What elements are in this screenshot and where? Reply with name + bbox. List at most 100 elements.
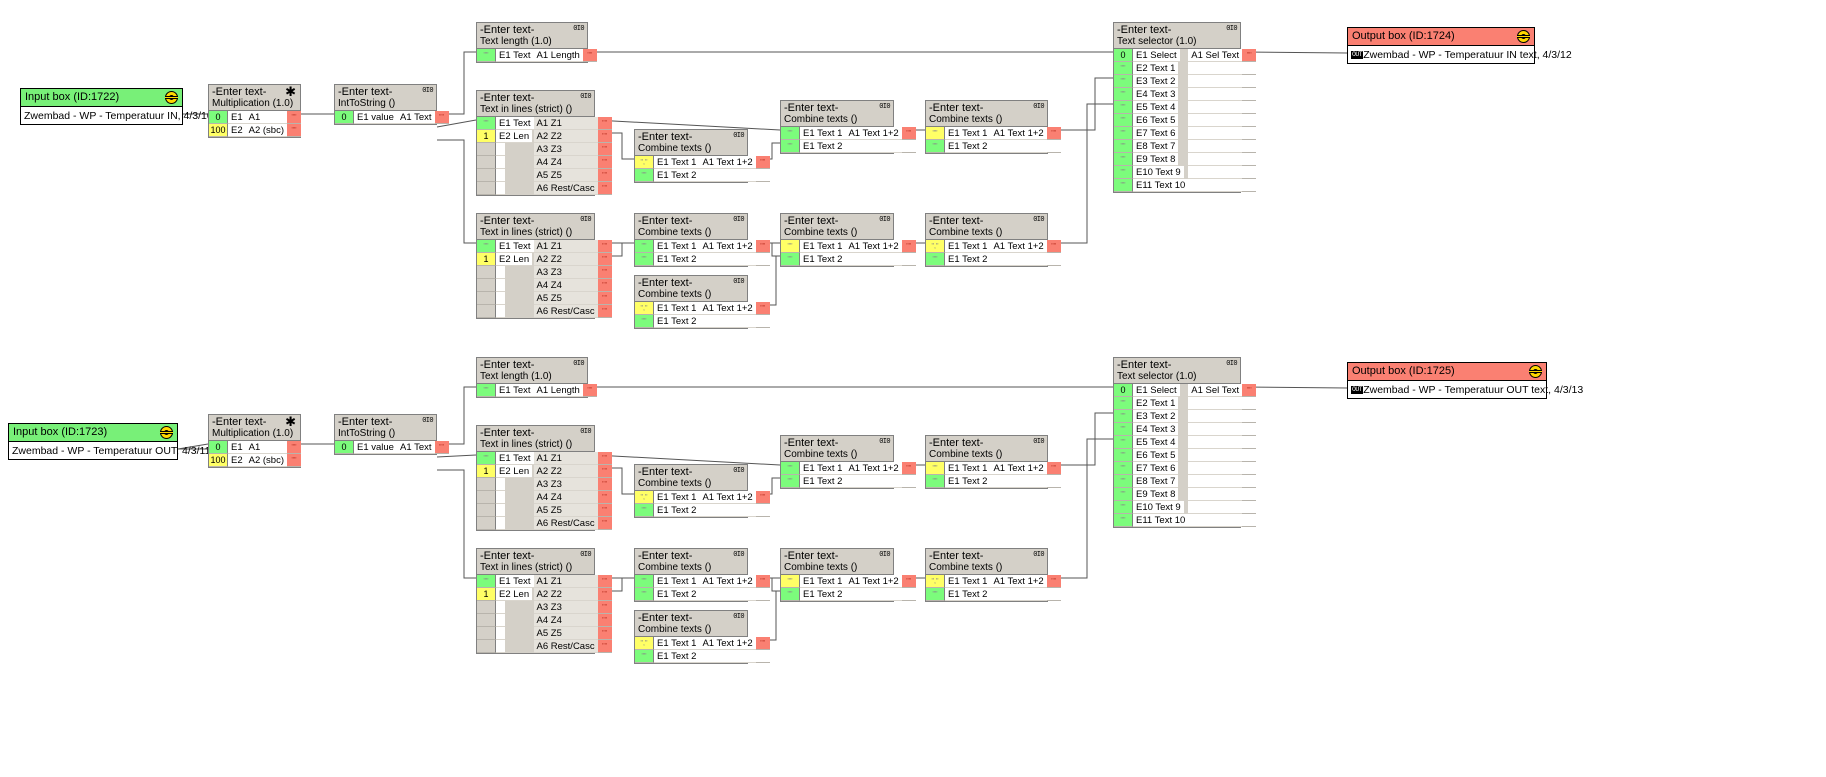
- output-pin-1[interactable]: "": [1047, 462, 1061, 475]
- output-pin-1[interactable]: "": [435, 111, 449, 124]
- combine-texts-placeholder[interactable]: -Enter text-: [784, 437, 890, 449]
- output-pin-1[interactable]: "": [583, 49, 597, 62]
- int-to-string-placeholder[interactable]: -Enter text-: [338, 416, 433, 428]
- output-pin-2[interactable]: "": [598, 465, 612, 478]
- text-in-lines-block[interactable]: -Enter text-Text in lines (strict) ()0I0…: [476, 425, 595, 531]
- output-pin-1[interactable]: "": [598, 575, 612, 588]
- input-value-2[interactable]: "": [1114, 62, 1133, 75]
- input-value-1[interactable]: "": [635, 240, 654, 253]
- input-value-2[interactable]: "": [926, 253, 945, 266]
- output-pin-5[interactable]: "": [598, 627, 612, 640]
- output-box[interactable]: Output box (ID:1725)OUTZwembad - WP - Te…: [1347, 362, 1547, 399]
- text-in-lines-placeholder[interactable]: -Enter text-: [480, 215, 591, 227]
- input-value-1[interactable]: "": [781, 575, 800, 588]
- output-pin-4[interactable]: "": [598, 156, 612, 169]
- input-value-2[interactable]: "": [781, 475, 800, 488]
- combine-texts-placeholder[interactable]: -Enter text-: [638, 466, 744, 478]
- gear-icon[interactable]: [1517, 30, 1530, 43]
- input-value-1[interactable]: ",": [926, 240, 945, 253]
- output-pin-4[interactable]: "": [598, 614, 612, 627]
- input-value-2[interactable]: 100: [209, 124, 228, 137]
- input-value-1[interactable]: "": [926, 462, 945, 475]
- text-selector-block[interactable]: -Enter text-Text selector (1.0)0I00E1 Se…: [1113, 22, 1241, 193]
- gear-icon[interactable]: [165, 91, 178, 104]
- output-pin-5[interactable]: "": [598, 292, 612, 305]
- combine-texts-block[interactable]: -Enter text-Combine texts ()0I0""E1 Text…: [780, 213, 894, 267]
- input-value-5[interactable]: "": [1114, 436, 1133, 449]
- combine-texts-block[interactable]: -Enter text-Combine texts ()0I0","E1 Tex…: [634, 275, 748, 329]
- combine-texts-block[interactable]: -Enter text-Combine texts ()0I0","E1 Tex…: [634, 464, 748, 518]
- input-value-1[interactable]: "": [781, 462, 800, 475]
- combine-texts-placeholder[interactable]: -Enter text-: [784, 215, 890, 227]
- output-pin-1[interactable]: "": [287, 441, 301, 454]
- input-value-8[interactable]: "": [1114, 140, 1133, 153]
- combine-texts-block[interactable]: -Enter text-Combine texts ()0I0","E1 Tex…: [634, 610, 748, 664]
- input-value-2[interactable]: "": [926, 588, 945, 601]
- input-value-11[interactable]: "": [1114, 514, 1133, 527]
- input-value-2[interactable]: "": [635, 650, 654, 663]
- output-pin-3[interactable]: "": [598, 601, 612, 614]
- combine-texts-placeholder[interactable]: -Enter text-: [929, 550, 1044, 562]
- output-pin-2[interactable]: "": [287, 454, 301, 467]
- input-value-11[interactable]: "": [1114, 179, 1133, 192]
- combine-texts-placeholder[interactable]: -Enter text-: [638, 277, 744, 289]
- text-selector-placeholder[interactable]: -Enter text-: [1117, 24, 1237, 36]
- output-pin-1[interactable]: "": [598, 117, 612, 130]
- output-pin-1[interactable]: "": [598, 452, 612, 465]
- input-value-2[interactable]: "": [781, 588, 800, 601]
- input-value-2[interactable]: "": [635, 315, 654, 328]
- input-value-9[interactable]: "": [1114, 153, 1133, 166]
- input-value-2[interactable]: "": [635, 588, 654, 601]
- input-value-2[interactable]: 1: [477, 253, 496, 266]
- output-pin-1[interactable]: "": [756, 575, 770, 588]
- output-box[interactable]: Output box (ID:1724)OUTZwembad - WP - Te…: [1347, 27, 1535, 64]
- input-value-8[interactable]: "": [1114, 475, 1133, 488]
- combine-texts-block[interactable]: -Enter text-Combine texts ()0I0","E1 Tex…: [925, 213, 1048, 267]
- combine-texts-block[interactable]: -Enter text-Combine texts ()0I0""E1 Text…: [780, 435, 894, 489]
- input-value-1[interactable]: "": [477, 384, 496, 397]
- input-value-1[interactable]: ",": [635, 491, 654, 504]
- text-in-lines-block[interactable]: -Enter text-Text in lines (strict) ()0I0…: [476, 90, 595, 196]
- input-value-1[interactable]: 0: [335, 111, 354, 124]
- output-pin-6[interactable]: "": [598, 640, 612, 653]
- input-value-1[interactable]: "": [635, 575, 654, 588]
- output-pin-1[interactable]: "": [1047, 575, 1061, 588]
- input-value-3[interactable]: "": [1114, 75, 1133, 88]
- output-pin-1[interactable]: "": [756, 240, 770, 253]
- combine-texts-placeholder[interactable]: -Enter text-: [929, 102, 1044, 114]
- text-length-block[interactable]: -Enter text-Text length (1.0)0I0""E1 Tex…: [476, 22, 588, 63]
- output-pin-1[interactable]: "": [756, 491, 770, 504]
- input-value-2[interactable]: "": [635, 504, 654, 517]
- output-pin-1[interactable]: "": [435, 441, 449, 454]
- output-pin-3[interactable]: "": [598, 266, 612, 279]
- input-value-9[interactable]: "": [1114, 488, 1133, 501]
- combine-texts-block[interactable]: -Enter text-Combine texts ()0I0""E1 Text…: [634, 213, 748, 267]
- input-value-1[interactable]: ",": [635, 637, 654, 650]
- input-value-1[interactable]: ",": [635, 302, 654, 315]
- combine-texts-placeholder[interactable]: -Enter text-: [638, 612, 744, 624]
- output-pin-3[interactable]: "": [598, 478, 612, 491]
- text-length-block[interactable]: -Enter text-Text length (1.0)0I0""E1 Tex…: [476, 357, 588, 398]
- multiplication-block[interactable]: -Enter text-Multiplication (1.0)✱0E1100E…: [208, 84, 301, 138]
- input-value-2[interactable]: 1: [477, 588, 496, 601]
- combine-texts-block[interactable]: -Enter text-Combine texts ()0I0""E1 Text…: [925, 435, 1048, 489]
- output-pin-2[interactable]: "": [598, 130, 612, 143]
- input-value-3[interactable]: "": [1114, 410, 1133, 423]
- combine-texts-placeholder[interactable]: -Enter text-: [638, 215, 744, 227]
- text-in-lines-placeholder[interactable]: -Enter text-: [480, 550, 591, 562]
- output-pin-1[interactable]: "": [1242, 49, 1256, 62]
- int-to-string-placeholder[interactable]: -Enter text-: [338, 86, 433, 98]
- input-value-1[interactable]: "": [781, 240, 800, 253]
- combine-texts-block[interactable]: -Enter text-Combine texts ()0I0""E1 Text…: [634, 548, 748, 602]
- input-value-2[interactable]: "": [781, 253, 800, 266]
- output-pin-1[interactable]: "": [1242, 384, 1256, 397]
- input-value-1[interactable]: ",": [926, 575, 945, 588]
- output-pin-6[interactable]: "": [598, 305, 612, 318]
- text-in-lines-placeholder[interactable]: -Enter text-: [480, 92, 591, 104]
- input-value-2[interactable]: 1: [477, 465, 496, 478]
- output-pin-4[interactable]: "": [598, 491, 612, 504]
- combine-texts-placeholder[interactable]: -Enter text-: [784, 550, 890, 562]
- input-value-2[interactable]: "": [781, 140, 800, 153]
- combine-texts-block[interactable]: -Enter text-Combine texts ()0I0","E1 Tex…: [634, 129, 748, 183]
- flow-editor-canvas[interactable]: Input box (ID:1722)Zwembad - WP - Temper…: [0, 0, 1826, 777]
